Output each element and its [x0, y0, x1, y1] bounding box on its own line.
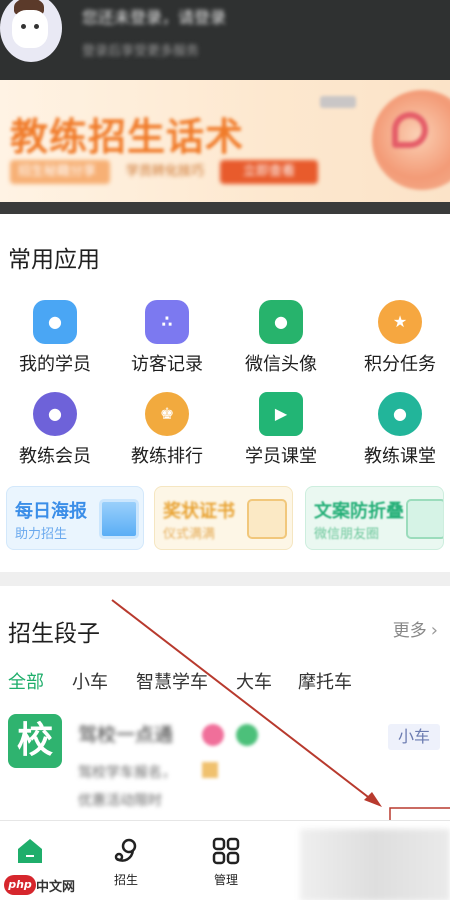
app-student-classroom[interactable]: ▶ 学员课堂 — [226, 392, 336, 472]
app-coach-ranking[interactable]: ♚ 教练排行 — [112, 392, 222, 472]
student-icon: ● — [33, 300, 77, 344]
watermark-text: 中文网 — [36, 880, 76, 895]
post-text: 优惠活动限时 — [78, 793, 162, 809]
app-label: 教练排行 — [131, 446, 203, 467]
banner-title: 教练招生话术 — [10, 115, 245, 159]
nav-recruit[interactable]: 招生 — [96, 821, 156, 900]
banner-cta-button[interactable]: 立即查看 — [220, 160, 318, 184]
nav-label: 招生 — [113, 873, 138, 887]
app-visitor-records[interactable]: ∴ 访客记录 — [112, 300, 222, 380]
promo-certificate[interactable]: 奖状证书 仪式满满 — [154, 486, 293, 550]
phone-icon — [392, 112, 428, 148]
app-coach-classroom[interactable]: ● 教练课堂 — [345, 392, 450, 472]
promo-title: 奖状证书 — [163, 501, 235, 522]
recruit-jokes-card: 招生段子 更多 › 全部 小车 智慧学车 大车 摩托车 校 驾校一点通 驾校学车报… — [0, 586, 450, 820]
app-my-students[interactable]: ● 我的学员 — [0, 300, 110, 380]
tab-motorcycle[interactable]: 摩托车 — [298, 668, 352, 694]
more-link[interactable]: 更多 › — [393, 616, 438, 641]
app-points-tasks[interactable]: ★ 积分任务 — [345, 300, 450, 380]
post-text: 驾校学车报名， — [78, 765, 176, 781]
list-item[interactable]: 校 驾校一点通 驾校学车报名， 优惠活动限时 小车 — [0, 714, 450, 814]
avatar-eye — [34, 24, 39, 29]
coach-member-icon: ● — [33, 392, 77, 436]
promo-banner[interactable]: 教练招生话术 招生秘籍分享 学员转化技巧 立即查看 — [0, 80, 450, 202]
certificate-icon — [247, 499, 287, 539]
promo-subtitle: 微信朋友圈 — [314, 527, 380, 542]
image-icon — [99, 499, 139, 539]
site-watermark: php 中文网 — [0, 872, 76, 900]
avatar-eye — [21, 24, 26, 29]
tab-small-car[interactable]: 小车 — [72, 668, 108, 694]
login-subtext: 登录后享受更多服务 — [82, 44, 200, 59]
more-label: 更多 — [392, 621, 427, 641]
video-play-icon: ▶ — [259, 392, 303, 436]
home-icon — [18, 839, 42, 863]
star-icon: ★ — [378, 300, 422, 344]
trophy-icon: ♚ — [145, 392, 189, 436]
document-icon — [406, 499, 443, 539]
avatar-face — [12, 10, 48, 48]
banner-chip: 招生秘籍分享 — [10, 160, 110, 184]
header-divider — [0, 202, 450, 214]
app-coach-member[interactable]: ● 教练会员 — [0, 392, 110, 472]
app-label: 微信头像 — [245, 354, 317, 375]
promo-subtitle: 助力招生 — [15, 527, 68, 542]
promo-anti-fold[interactable]: 文案防折叠 微信朋友圈 — [305, 486, 444, 550]
app-label: 学员课堂 — [245, 446, 317, 467]
promo-subtitle: 仪式满满 — [163, 527, 216, 542]
watermark-logo: php — [4, 875, 36, 895]
common-apps-card: 常用应用 ● 我的学员 ∴ 访客记录 ● 微信头像 ★ 积分任务 ● 教练会员 … — [0, 214, 450, 572]
promo-title: 每日海报 — [15, 501, 87, 522]
category-tag: 小车 — [388, 724, 440, 750]
teacher-icon: ● — [378, 392, 422, 436]
app-label: 教练会员 — [19, 446, 91, 467]
grid-icon — [212, 837, 240, 865]
blurred-nav-area — [300, 829, 450, 900]
nav-label: 管理 — [213, 873, 238, 887]
promo-daily-poster[interactable]: 每日海报 助力招生 — [6, 486, 144, 550]
login-prompt[interactable]: 您还未登录，请登录 — [82, 4, 302, 27]
section-title: 常用应用 — [8, 247, 100, 273]
app-label: 访客记录 — [131, 354, 203, 375]
footprint-icon: ∴ — [145, 300, 189, 344]
profile-card-icon: ● — [259, 300, 303, 344]
app-label: 教练课堂 — [364, 446, 436, 467]
app-wechat-avatar[interactable]: ● 微信头像 — [226, 300, 336, 380]
section-title: 招生段子 — [8, 621, 100, 647]
tab-all[interactable]: 全部 — [8, 668, 44, 694]
school-logo: 校 — [8, 714, 62, 768]
tab-smart-driving[interactable]: 智慧学车 — [136, 668, 208, 694]
emoji-icon — [202, 762, 218, 778]
badge-icon — [202, 724, 224, 746]
avatar[interactable] — [0, 0, 62, 62]
app-label: 积分任务 — [364, 354, 436, 375]
recruit-icon — [114, 838, 137, 862]
user-header: 您还未登录，请登录 登录后享受更多服务 — [0, 0, 450, 80]
banner-chip: 学员转化技巧 — [126, 164, 205, 179]
banner-top-chip — [320, 96, 356, 108]
app-label: 我的学员 — [19, 354, 91, 375]
chevron-right-icon: › — [430, 620, 438, 641]
post-author: 驾校一点通 — [78, 724, 174, 746]
nav-manage[interactable]: 管理 — [196, 821, 256, 900]
verified-icon — [236, 724, 258, 746]
promo-title: 文案防折叠 — [314, 501, 404, 522]
tab-large-car[interactable]: 大车 — [236, 668, 272, 694]
